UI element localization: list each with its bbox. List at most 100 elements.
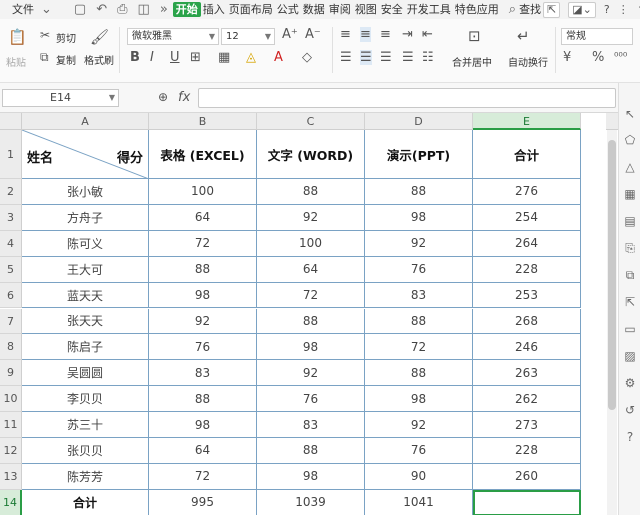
score-cell[interactable]: 98 (365, 386, 473, 413)
row-header-5[interactable]: 5 (0, 256, 22, 283)
name-cell[interactable]: 张贝贝 (22, 438, 149, 464)
format-painter-icon[interactable]: 🖌 (90, 28, 109, 46)
score-cell[interactable]: 64 (149, 204, 257, 231)
align-middle-icon[interactable]: ≡ (360, 27, 371, 42)
underline-icon[interactable]: U (170, 50, 180, 65)
help-side-icon[interactable]: ? (623, 430, 637, 444)
column-header-a[interactable]: A (22, 113, 149, 130)
score-cell[interactable]: 72 (149, 463, 257, 490)
currency-icon[interactable]: ¥ (563, 50, 571, 65)
align-left-icon[interactable]: ☰ (340, 50, 352, 65)
clipboard-icon[interactable]: ⧉ (623, 268, 637, 282)
score-cell[interactable]: 92 (257, 204, 365, 231)
thousands-icon[interactable]: ⁰⁰⁰ (614, 50, 627, 63)
bold-icon[interactable]: B (130, 50, 140, 65)
score-cell[interactable]: 98 (257, 334, 365, 361)
score-cell[interactable]: 83 (149, 360, 257, 387)
paste-icon[interactable]: 📋 (8, 28, 27, 46)
tab-page-layout[interactable]: 页面布局 (227, 0, 275, 19)
score-cell[interactable]: 76 (365, 256, 473, 283)
tab-developer[interactable]: 开发工具 (405, 0, 453, 19)
score-cell[interactable]: 98 (365, 204, 473, 231)
settings-icon[interactable]: ⚙ (623, 376, 637, 390)
score-cell[interactable]: 228 (473, 256, 581, 283)
font-color-icon[interactable]: A (274, 50, 283, 65)
total-cell[interactable]: 1039 (257, 489, 365, 515)
share-side-icon[interactable]: ⇱ (623, 295, 637, 309)
row-header-12[interactable]: 12 (0, 438, 22, 464)
font-size-select[interactable]: 12 ▼ (221, 28, 275, 45)
align-center-icon[interactable]: ☰ (360, 50, 372, 65)
backup-icon[interactable]: ⎘ (623, 241, 637, 255)
row-header-4[interactable]: 4 (0, 230, 22, 257)
score-cell[interactable]: 88 (149, 386, 257, 413)
undo-icon[interactable]: ↶ (96, 2, 107, 17)
zoom-icon[interactable]: ⊕ (158, 90, 168, 104)
align-bottom-icon[interactable]: ≡ (380, 27, 391, 42)
comment-icon[interactable]: ▭ (623, 322, 637, 336)
name-cell[interactable]: 王大可 (22, 256, 149, 283)
score-cell[interactable]: 88 (365, 179, 473, 205)
score-cell[interactable]: 64 (149, 438, 257, 464)
style-icon[interactable]: △ (623, 160, 637, 174)
print-icon[interactable]: ⎙ (117, 2, 127, 17)
cursor-icon[interactable]: ↖ (623, 107, 637, 121)
more-options-icon[interactable]: ⋮ (618, 3, 629, 16)
score-cell[interactable]: 88 (365, 360, 473, 387)
score-cell[interactable]: 92 (257, 360, 365, 387)
score-cell[interactable]: 88 (257, 438, 365, 464)
save-icon[interactable]: ▢ (74, 2, 86, 17)
chevron-down-icon[interactable]: ⌄ (41, 2, 52, 17)
score-cell[interactable]: 92 (365, 230, 473, 257)
score-cell[interactable]: 264 (473, 230, 581, 257)
increase-font-icon[interactable]: A⁺ (282, 27, 298, 42)
scrollbar-thumb[interactable] (608, 140, 616, 410)
score-cell[interactable]: 76 (257, 386, 365, 413)
score-cell[interactable]: 273 (473, 412, 581, 438)
score-cell[interactable]: 276 (473, 179, 581, 205)
row-header-7[interactable]: 7 (0, 308, 22, 335)
score-cell[interactable]: 98 (149, 412, 257, 438)
help-icon[interactable]: ? (604, 3, 610, 16)
name-cell[interactable]: 陈可义 (22, 230, 149, 257)
score-cell[interactable]: 246 (473, 334, 581, 361)
score-cell[interactable]: 268 (473, 308, 581, 335)
skin-icon[interactable]: ◪⌄ (568, 1, 596, 18)
row-header-11[interactable]: 11 (0, 412, 22, 438)
header-cell[interactable]: 文字 (WORD) (257, 130, 365, 179)
merge-center-button[interactable]: 合并居中 (452, 54, 492, 69)
align-top-icon[interactable]: ≡ (340, 27, 351, 42)
distribute-icon[interactable]: ☷ (422, 50, 434, 65)
score-cell[interactable]: 92 (365, 412, 473, 438)
fill-style-icon[interactable]: ▦ (218, 50, 230, 65)
header-cell[interactable]: 合计 (473, 130, 581, 179)
score-cell[interactable]: 254 (473, 204, 581, 231)
number-format-select[interactable]: 常规 (561, 28, 633, 45)
score-cell[interactable]: 260 (473, 463, 581, 490)
score-cell[interactable]: 72 (257, 282, 365, 309)
name-cell[interactable]: 陈启子 (22, 334, 149, 361)
score-cell[interactable]: 98 (149, 282, 257, 309)
note-icon[interactable]: ▤ (623, 214, 637, 228)
column-header-c[interactable]: C (257, 113, 365, 130)
wrap-text-button[interactable]: 自动换行 (508, 54, 548, 69)
row-header-2[interactable]: 2 (0, 179, 22, 205)
search-icon[interactable]: ⌕ (509, 2, 516, 17)
fx-icon[interactable]: fx (178, 90, 190, 105)
cut-button[interactable]: 剪切 (56, 30, 76, 45)
selected-cell[interactable] (473, 489, 581, 515)
score-cell[interactable]: 72 (149, 230, 257, 257)
fill-color-icon[interactable]: ◬ (246, 50, 256, 65)
copy-button[interactable]: 复制 (56, 52, 76, 67)
row-header-14[interactable]: 14 (0, 489, 22, 515)
tab-features[interactable]: 特色应用 (453, 0, 501, 19)
name-box[interactable]: E14 ▼ (2, 89, 119, 107)
score-cell[interactable]: 83 (257, 412, 365, 438)
name-cell[interactable]: 吴圆圆 (22, 360, 149, 387)
row-header-1[interactable]: 1 (0, 130, 22, 179)
clear-icon[interactable]: ◇ (302, 50, 312, 65)
justify-icon[interactable]: ☰ (402, 50, 414, 65)
percent-icon[interactable]: % (592, 50, 604, 65)
name-cell[interactable]: 苏三十 (22, 412, 149, 438)
share-icon[interactable]: ⇱ (543, 1, 561, 18)
